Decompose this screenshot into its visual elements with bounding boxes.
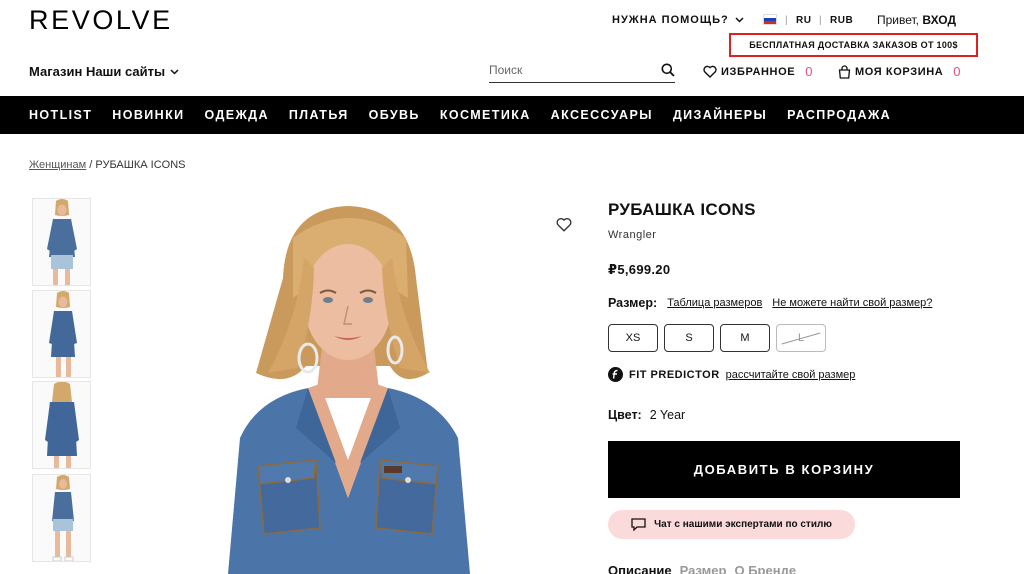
login-link[interactable]: ВХОД (922, 13, 956, 27)
size-header: Размер: Таблица размеров Не можете найти… (608, 296, 932, 310)
breadcrumb-separator: / (89, 159, 93, 171)
add-to-favorites-button[interactable] (556, 217, 572, 237)
currency-selector[interactable]: RUB (830, 15, 853, 26)
tab-description[interactable]: Описание (608, 563, 672, 574)
size-selector: XS S M L (608, 324, 826, 352)
chat-label: Чат с нашими экспертами по стилю (654, 519, 832, 530)
chevron-down-icon (735, 17, 744, 23)
nav-item-shoes[interactable]: ОБУВЬ (369, 108, 420, 122)
breadcrumb-current: РУБАШКА ICONS (95, 159, 186, 171)
main-nav: HOTLIST НОВИНКИ ОДЕЖДА ПЛАТЬЯ ОБУВЬ КОСМ… (0, 96, 1024, 134)
search-icon[interactable] (661, 63, 675, 77)
nav-item-sale[interactable]: РАСПРОДАЖА (787, 108, 891, 122)
product-main-image[interactable] (108, 198, 588, 574)
nav-item-dresses[interactable]: ПЛАТЬЯ (289, 108, 349, 122)
sites-label: Магазин Наши сайты (29, 64, 166, 79)
color-label: Цвет: (608, 408, 642, 422)
style-chat-button[interactable]: Чат с нашими экспертами по стилю (608, 510, 855, 539)
product-thumbnail[interactable] (32, 198, 91, 286)
product-price: ₽5,699.20 (608, 262, 671, 277)
nav-item-clothing[interactable]: ОДЕЖДА (204, 108, 268, 122)
divider: | (819, 15, 822, 26)
heart-icon (556, 217, 572, 232)
tab-brand[interactable]: О Бренде (734, 563, 796, 574)
greeting: Привет, ВХОД (877, 13, 956, 27)
chevron-down-icon (170, 68, 179, 75)
heart-icon (703, 65, 717, 78)
russia-flag-icon[interactable] (763, 14, 777, 25)
size-option-m[interactable]: M (720, 324, 770, 352)
divider: | (785, 15, 788, 26)
cart-count: 0 (953, 64, 962, 79)
greeting-text: Привет, (877, 13, 920, 27)
size-label: Размер: (608, 296, 658, 310)
fit-predictor-link[interactable]: рассчитайте свой размер (726, 369, 856, 381)
nav-item-beauty[interactable]: КОСМЕТИКА (440, 108, 531, 122)
fit-predictor-label: FIT PREDICTOR (629, 368, 720, 381)
size-option-xs[interactable]: XS (608, 324, 658, 352)
tab-size[interactable]: Размер (680, 563, 727, 574)
search-input[interactable] (489, 62, 639, 77)
size-option-s[interactable]: S (664, 324, 714, 352)
product-brand[interactable]: Wrangler (608, 229, 656, 241)
favorites-label: ИЗБРАННОЕ (721, 65, 796, 78)
cart-link[interactable]: МОЯ КОРЗИНА 0 (838, 64, 961, 79)
nav-item-hotlist[interactable]: HOTLIST (29, 108, 92, 122)
shopping-bag-icon (838, 64, 851, 79)
search-box (489, 57, 675, 83)
color-value: 2 Year (649, 408, 686, 422)
size-option-l-unavailable[interactable]: L (776, 324, 826, 352)
breadcrumb-parent-link[interactable]: Женщинам (29, 159, 86, 171)
nav-item-designers[interactable]: ДИЗАЙНЕРЫ (673, 108, 767, 122)
favorites-count: 0 (805, 64, 814, 79)
free-shipping-banner: БЕСПЛАТНАЯ ДОСТАВКА ЗАКАЗОВ ОТ 100$ (729, 33, 978, 57)
favorites-link[interactable]: ИЗБРАННОЕ 0 (703, 64, 813, 79)
add-to-cart-button[interactable]: ДОБАВИТЬ В КОРЗИНУ (608, 441, 960, 498)
color-row: Цвет: 2 Year (608, 408, 685, 422)
cart-label: МОЯ КОРЗИНА (855, 65, 944, 78)
product-title: РУБАШКА ICONS (608, 200, 756, 219)
breadcrumb: Женщинам / РУБАШКА ICONS (29, 159, 185, 171)
revolve-logo[interactable]: REVOLVE (29, 5, 173, 36)
fit-predictor-icon (608, 367, 623, 382)
language-selector[interactable]: RU (796, 15, 811, 26)
help-label: НУЖНА ПОМОЩЬ? (612, 14, 729, 26)
product-tabs: Описание Размер О Бренде (608, 563, 796, 574)
product-thumbnail[interactable] (32, 381, 91, 469)
product-thumbnail[interactable] (32, 474, 91, 562)
product-thumbnail[interactable] (32, 290, 91, 378)
size-help-link[interactable]: Не можете найти свой размер? (772, 297, 932, 309)
nav-item-new[interactable]: НОВИНКИ (112, 108, 184, 122)
nav-item-accessories[interactable]: АКСЕССУАРЫ (551, 108, 653, 122)
size-chart-link[interactable]: Таблица размеров (667, 297, 762, 309)
sites-dropdown[interactable]: Магазин Наши сайты (29, 64, 179, 79)
help-dropdown[interactable]: НУЖНА ПОМОЩЬ? (612, 14, 744, 26)
fit-predictor: FIT PREDICTOR рассчитайте свой размер (608, 367, 855, 382)
chat-icon (631, 518, 646, 531)
